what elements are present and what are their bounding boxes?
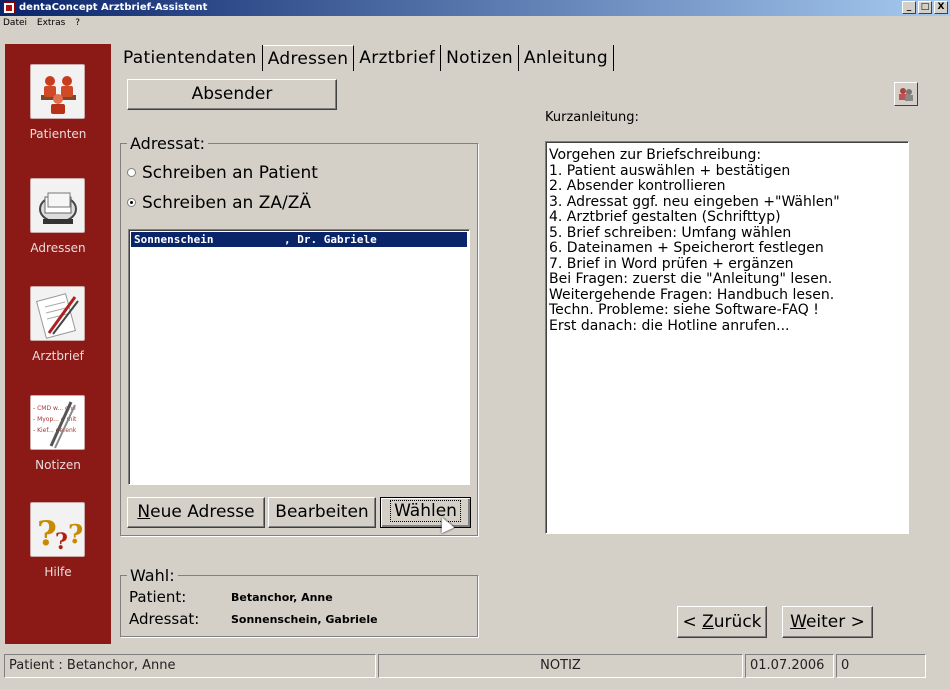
app-icon[interactable]	[3, 2, 15, 14]
choose-button[interactable]: Wählen	[380, 497, 471, 528]
absender-button[interactable]: Absender	[127, 79, 337, 110]
tab-patientendaten[interactable]: Patientendaten	[118, 45, 263, 71]
instruction-line: Vorgehen zur Briefschreibung:	[549, 147, 762, 163]
question-marks-icon: ? ? ?	[30, 502, 85, 557]
mnemonic: W	[790, 612, 806, 632]
status-mode: NOTIZ	[378, 654, 743, 678]
menu-extras[interactable]: Extras	[37, 18, 65, 28]
svg-text:?: ?	[37, 514, 57, 554]
instructions-box: Vorgehen zur Briefschreibung: 1. Patient …	[545, 141, 909, 534]
letter-pen-icon	[30, 286, 85, 341]
instruction-line: 3. Adressat ggf. neu eingeben +"Wählen"	[549, 193, 840, 210]
sidebar-item-label: Notizen	[35, 458, 81, 472]
sidebar-item-adressen[interactable]: Adressen	[5, 178, 111, 278]
instruction-line: 1. Patient auswählen + bestätigen	[549, 162, 791, 179]
patients-icon	[30, 64, 85, 119]
sidebar-item-label: Adressen	[30, 241, 86, 255]
status-patient: Patient : Betanchor, Anne	[4, 654, 376, 678]
tab-arztbrief[interactable]: Arztbrief	[354, 45, 442, 71]
svg-text:?: ?	[68, 520, 83, 550]
button-label: eiter >	[805, 612, 865, 632]
tab-bar: Patientendaten Adressen Arztbrief Notize…	[118, 45, 614, 71]
minimize-button[interactable]: _	[902, 1, 916, 14]
radio-patient[interactable]: Schreiben an Patient	[127, 163, 318, 183]
mnemonic: Z	[702, 612, 714, 632]
back-button[interactable]: < Zurück	[677, 606, 767, 638]
instruction-line: 2. Absender kontrollieren	[549, 178, 726, 194]
sidebar-item-notizen[interactable]: - CMD w... che - Myop... e mit - Kief...…	[5, 395, 111, 495]
instruction-line: 7. Brief in Word prüfen + ergänzen	[549, 255, 794, 272]
instruction-line: Techn. Probleme: siehe Software-FAQ !	[549, 302, 819, 318]
menu-bar: Datei Extras ?	[0, 16, 950, 30]
list-item[interactable]: Sonnenschein , Dr. Gabriele	[131, 232, 467, 247]
sidebar-item-label: Arztbrief	[32, 349, 84, 363]
list-item-name: Sonnenschein	[134, 233, 214, 246]
instruction-line: Weitergehende Fragen: Handbuch lesen.	[549, 286, 835, 303]
svg-text:?: ?	[55, 529, 68, 555]
new-address-button[interactable]: Neue Adresse	[127, 497, 265, 528]
menu-datei[interactable]: Datei	[3, 18, 27, 28]
sidebar-item-hilfe[interactable]: ? ? ? Hilfe	[5, 502, 111, 602]
radio-indicator	[127, 168, 136, 177]
wahl-patient-value: Betanchor, Anne	[231, 591, 333, 604]
sidebar-item-arztbrief[interactable]: Arztbrief	[5, 286, 111, 386]
instruction-line: 4. Arztbrief gestalten (Schrifttyp)	[549, 209, 781, 225]
radio-label: Schreiben an Patient	[142, 163, 318, 183]
address-listbox[interactable]: Sonnenschein , Dr. Gabriele	[128, 229, 470, 485]
sidebar: Patienten Adressen Arztbrief - CMD w... …	[5, 44, 111, 644]
wahl-patient-label: Patient:	[129, 588, 187, 606]
rolodex-icon	[30, 178, 85, 233]
button-label: urück	[713, 612, 762, 632]
maximize-button[interactable]: □	[918, 1, 932, 14]
close-button[interactable]: X	[934, 1, 948, 14]
wahl-legend: Wahl:	[127, 566, 178, 585]
menu-help[interactable]: ?	[75, 18, 80, 28]
title-bar: dentaConcept Arztbrief-Assistent _ □ X	[0, 0, 950, 16]
next-button[interactable]: Weiter >	[782, 606, 873, 638]
instruction-line: 6. Dateinamen + Speicherort festlegen	[549, 240, 824, 256]
wahl-adressat-value: Sonnenschein, Gabriele	[231, 613, 378, 626]
radio-label: Schreiben an ZA/ZÄ	[142, 193, 312, 213]
window-title: dentaConcept Arztbrief-Assistent	[19, 2, 208, 13]
notes-icon: - CMD w... che - Myop... e mit - Kief...…	[30, 395, 85, 450]
list-item-detail: , Dr. Gabriele	[284, 233, 377, 246]
mnemonic: N	[137, 502, 151, 522]
status-bar: Patient : Betanchor, Anne NOTIZ 01.07.20…	[0, 654, 950, 678]
wahl-adressat-label: Adressat:	[129, 610, 200, 628]
adressat-legend: Adressat:	[127, 134, 209, 153]
status-count: 0	[836, 654, 926, 678]
tab-anleitung[interactable]: Anleitung	[519, 45, 614, 71]
sidebar-item-label: Patienten	[29, 127, 87, 141]
sidebar-item-patienten[interactable]: Patienten	[5, 64, 111, 164]
instruction-line: Bei Fragen: zuerst die "Anleitung" lesen…	[549, 271, 833, 287]
button-label: <	[682, 612, 703, 632]
tab-adressen[interactable]: Adressen	[262, 45, 355, 71]
notes-icon-line: - Kief... gefenk	[33, 427, 77, 434]
radio-indicator	[127, 198, 136, 207]
button-label: eue Adresse	[150, 502, 255, 522]
contacts-icon[interactable]	[894, 82, 918, 106]
instruction-line: 5. Brief schreiben: Umfang wählen	[549, 224, 792, 241]
sidebar-item-label: Hilfe	[44, 565, 72, 579]
status-date: 01.07.2006	[745, 654, 834, 678]
tab-notizen[interactable]: Notizen	[441, 45, 519, 71]
kurzanleitung-label: Kurzanleitung:	[545, 110, 639, 125]
radio-za-zae[interactable]: Schreiben an ZA/ZÄ	[127, 193, 311, 213]
instruction-line: Erst danach: die Hotline anrufen...	[549, 317, 790, 334]
edit-button[interactable]: Bearbeiten	[268, 497, 376, 528]
